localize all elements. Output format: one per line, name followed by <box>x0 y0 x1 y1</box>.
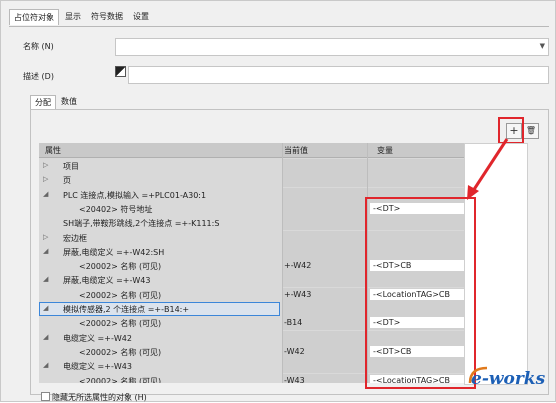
dialog-frame: 占位符对象 显示 符号数据 设置 名称 (N) ▼ 描述 (D) 分配 数值 +… <box>0 0 556 402</box>
e-works-logo <box>468 366 488 384</box>
hide-objects-label: 隐藏无所选属性的对象 (H) <box>52 393 147 402</box>
hide-objects-checkbox[interactable] <box>41 392 50 401</box>
annotation-arrow <box>467 138 509 200</box>
